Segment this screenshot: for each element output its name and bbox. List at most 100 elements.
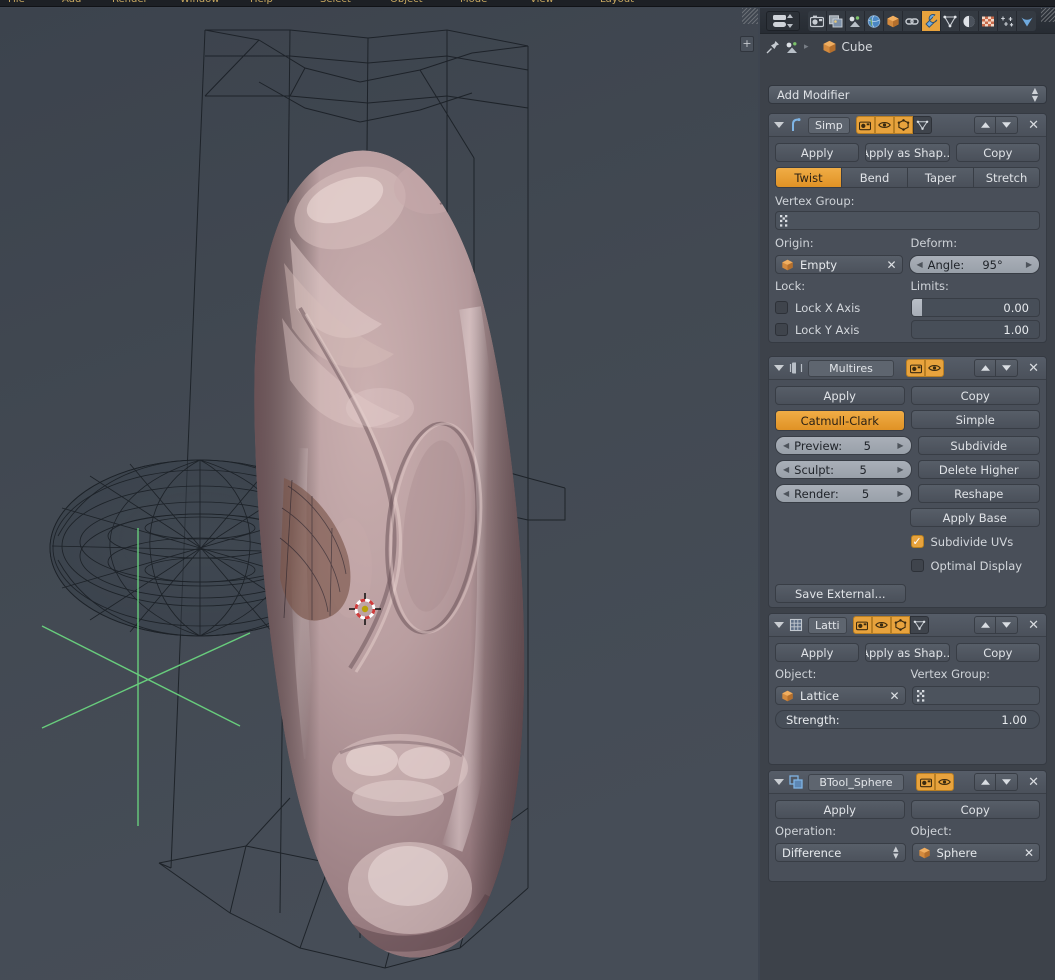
tab-render[interactable] [808, 11, 827, 31]
lock-y-axis-checkbox[interactable]: Lock Y Axis [775, 320, 905, 339]
preview-level-field[interactable]: ◀ Preview: 5 ▶ [775, 436, 912, 455]
modifier-name-field[interactable]: BTool_Sphere [808, 773, 904, 791]
modifier-name-field[interactable]: Latti [808, 616, 847, 634]
apply-as-shape-button[interactable]: Apply as Shap... [865, 643, 950, 662]
menu-item-6[interactable]: Object [390, 0, 423, 5]
editor-type-selector[interactable] [766, 11, 800, 31]
editmode-toggle[interactable] [893, 116, 913, 134]
copy-button[interactable]: Copy [955, 143, 1040, 162]
menu-item-8[interactable]: View [530, 0, 554, 5]
delete-modifier-button[interactable]: ✕ [1028, 361, 1039, 376]
tab-scene[interactable] [846, 11, 865, 31]
decrement-arrow-icon[interactable]: ◀ [917, 260, 923, 269]
modifier-header[interactable]: BTool_Sphere ✕ [769, 771, 1046, 794]
deform-mode-twist[interactable]: Twist [776, 168, 842, 187]
angle-number-field[interactable]: ◀ Angle: 95° ▶ [908, 255, 1040, 274]
limit-high-slider[interactable]: 1.00 [910, 320, 1040, 339]
apply-button[interactable]: Apply [775, 143, 860, 162]
origin-object-field[interactable]: Empty ✕ [775, 255, 903, 274]
subdiv-type-simple[interactable]: Simple [910, 410, 1040, 429]
deform-mode-stretch[interactable]: Stretch [974, 168, 1039, 187]
apply-base-button[interactable]: Apply Base [909, 508, 1040, 527]
tab-data[interactable] [941, 11, 960, 31]
render-toggle[interactable] [855, 116, 875, 134]
render-toggle[interactable] [852, 616, 872, 634]
pin-icon[interactable] [766, 40, 780, 54]
move-up-button[interactable] [974, 116, 997, 134]
decrement-arrow-icon[interactable]: ◀ [783, 489, 789, 498]
move-down-button[interactable] [996, 359, 1019, 377]
3d-viewport[interactable]: + [0, 8, 758, 980]
render-level-field[interactable]: ◀ Render: 5 ▶ [775, 484, 912, 503]
clear-object-button[interactable]: ✕ [1024, 846, 1034, 860]
vertex-group-field[interactable] [911, 686, 1040, 705]
expand-collapse-icon[interactable] [774, 365, 784, 371]
tab-physics[interactable] [1017, 11, 1036, 31]
tab-texture[interactable] [979, 11, 998, 31]
render-toggle[interactable] [906, 359, 925, 377]
add-modifier-dropdown[interactable]: Add Modifier ▲ ▼ [768, 85, 1047, 104]
menu-item-7[interactable]: Mode [460, 0, 487, 5]
apply-button[interactable]: Apply [775, 643, 860, 662]
clear-object-button[interactable]: ✕ [889, 689, 899, 703]
strength-slider[interactable]: Strength: 1.00 [775, 710, 1040, 729]
sculpt-level-field[interactable]: ◀ Sculpt: 5 ▶ [775, 460, 912, 479]
menu-item-0[interactable]: File [8, 0, 25, 5]
deform-mode-bend[interactable]: Bend [842, 168, 908, 187]
tab-object[interactable] [884, 11, 903, 31]
modifier-header[interactable]: Simp ✕ [769, 114, 1046, 137]
delete-modifier-button[interactable]: ✕ [1028, 618, 1039, 633]
move-up-button[interactable] [974, 773, 997, 791]
reshape-button[interactable]: Reshape [917, 484, 1040, 503]
scene-icon[interactable] [785, 41, 799, 54]
increment-arrow-icon[interactable]: ▶ [897, 465, 903, 474]
on-cage-toggle[interactable] [912, 116, 932, 134]
realtime-toggle[interactable] [874, 116, 894, 134]
realtime-toggle[interactable] [925, 359, 944, 377]
boolean-operation-dropdown[interactable]: Difference ▲ ▼ [775, 843, 906, 862]
modifier-header[interactable]: Multires ✕ [769, 357, 1046, 380]
vertex-group-field[interactable] [775, 211, 1040, 230]
deform-mode-taper[interactable]: Taper [908, 168, 974, 187]
editmode-toggle[interactable] [890, 616, 910, 634]
menu-item-2[interactable]: Render [112, 0, 148, 5]
tab-constraints[interactable] [903, 11, 922, 31]
move-up-button[interactable] [974, 616, 997, 634]
copy-button[interactable]: Copy [910, 386, 1040, 405]
increment-arrow-icon[interactable]: ▶ [897, 489, 903, 498]
expand-collapse-icon[interactable] [774, 122, 784, 128]
apply-button[interactable]: Apply [775, 386, 905, 405]
lattice-object-field[interactable]: Lattice ✕ [775, 686, 906, 705]
modifier-header[interactable]: Latti ✕ [769, 614, 1046, 637]
properties-resize-corner[interactable] [1041, 8, 1055, 22]
tab-particles[interactable] [998, 11, 1017, 31]
menu-item-4[interactable]: Help [250, 0, 273, 5]
increment-arrow-icon[interactable]: ▶ [1026, 260, 1032, 269]
realtime-toggle[interactable] [935, 773, 954, 791]
render-toggle[interactable] [916, 773, 935, 791]
delete-higher-button[interactable]: Delete Higher [917, 460, 1040, 479]
subdivide-button[interactable]: Subdivide [917, 436, 1040, 455]
menu-item-1[interactable]: Add [62, 0, 81, 5]
move-down-button[interactable] [996, 116, 1019, 134]
boolean-object-field[interactable]: Sphere ✕ [911, 843, 1040, 862]
increment-arrow-icon[interactable]: ▶ [897, 441, 903, 450]
toolshelf-toggle-button[interactable]: + [740, 36, 754, 52]
decrement-arrow-icon[interactable]: ◀ [783, 465, 789, 474]
modifier-name-field[interactable]: Multires [808, 359, 894, 377]
delete-modifier-button[interactable]: ✕ [1028, 775, 1039, 790]
menu-item-5[interactable]: Select [320, 0, 351, 5]
decrement-arrow-icon[interactable]: ◀ [783, 441, 789, 450]
move-up-button[interactable] [974, 359, 997, 377]
expand-collapse-icon[interactable] [774, 622, 784, 628]
move-down-button[interactable] [996, 616, 1019, 634]
clear-origin-button[interactable]: ✕ [886, 258, 896, 272]
on-cage-toggle[interactable] [909, 616, 929, 634]
tab-material[interactable] [960, 11, 979, 31]
save-external-button[interactable]: Save External... [775, 584, 906, 603]
expand-collapse-icon[interactable] [774, 779, 784, 785]
apply-button[interactable]: Apply [775, 800, 905, 819]
limit-low-slider[interactable]: 0.00 [910, 298, 1040, 317]
lock-x-axis-checkbox[interactable]: Lock X Axis [775, 298, 905, 317]
realtime-toggle[interactable] [871, 616, 891, 634]
